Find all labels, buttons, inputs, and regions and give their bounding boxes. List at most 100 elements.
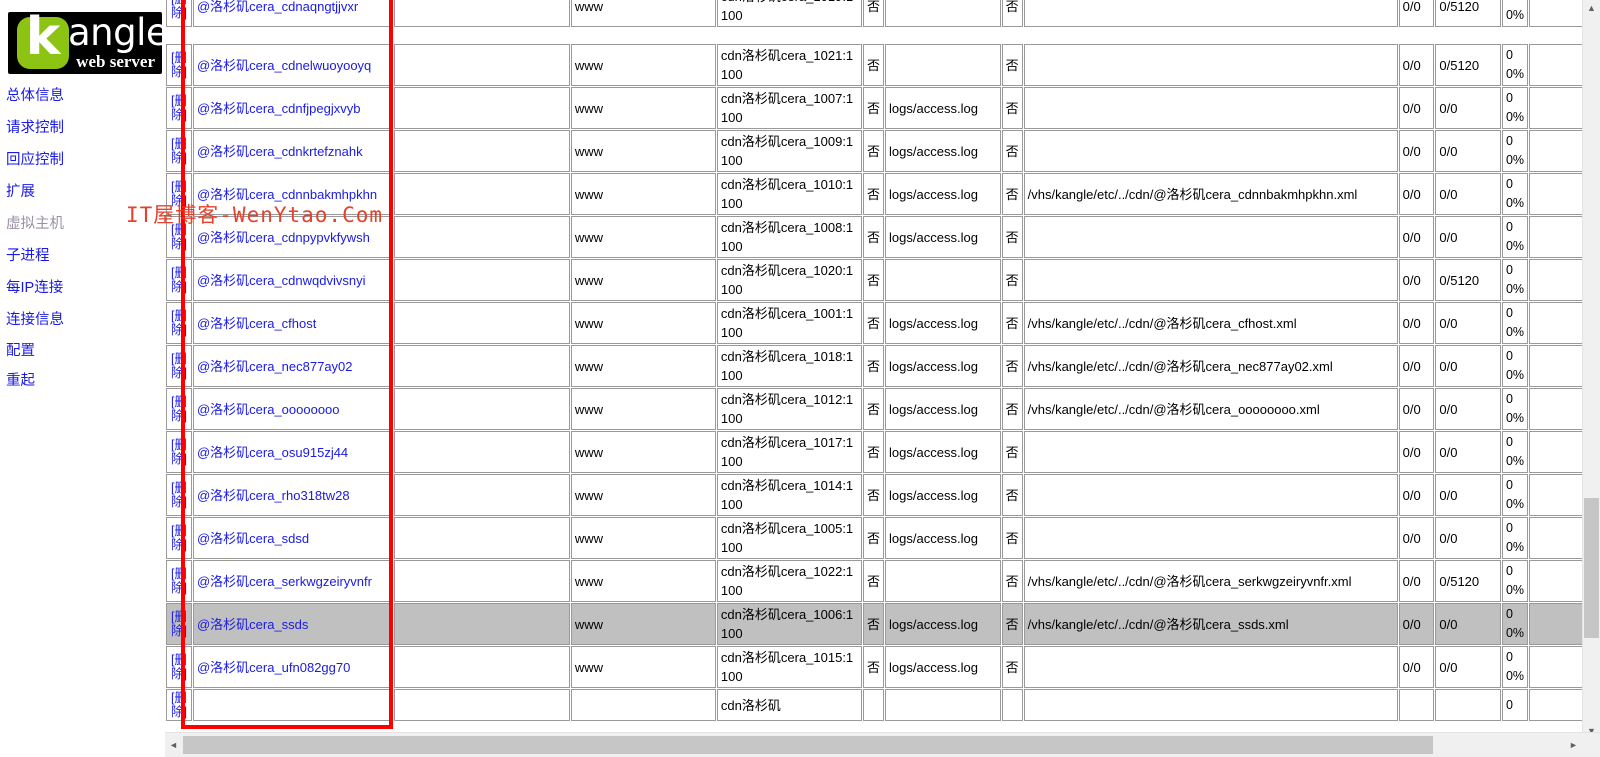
delete-link[interactable]: [删除]: [170, 94, 188, 122]
vhost-name-cell[interactable]: @洛杉矶cera_cdnpypvkfywsh: [192, 216, 393, 258]
sidebar-item-1[interactable]: 总体信息: [6, 85, 156, 107]
vhost-name-link[interactable]: @洛杉矶cera_sdsd: [197, 531, 309, 546]
table-row[interactable]: [删除] @洛杉矶cera_sdsd www cdn洛杉矶cera_1005:1100…: [166, 517, 1584, 559]
vhost-name-link[interactable]: @洛杉矶cera_ooooooo​o: [197, 402, 340, 417]
vhost-cdn-cell: cdn洛杉矶cera_1009:1100: [716, 130, 863, 172]
vertical-scrollbar-thumb[interactable]: [1584, 498, 1599, 638]
vhost-name-link[interactable]: @洛杉矶cera_cdnpypvkfywsh: [197, 230, 370, 245]
vhost-name-cell[interactable]: @洛杉矶cera_cdnelwuoyooyq: [192, 44, 393, 86]
delete-link[interactable]: [删除]: [170, 524, 188, 552]
virtual-host-table-scroll-area[interactable]: [删除]@洛杉矶cera_cdnaqngtjjvxrwwwcdn洛杉矶cera_…: [165, 0, 1585, 733]
row-delete-link-cell: [删除]: [166, 44, 192, 86]
vhost-cdn-cell: cdn洛杉矶cera_1001:1100: [716, 302, 863, 344]
delete-link[interactable]: [删除]: [170, 691, 188, 719]
vhost-name-link[interactable]: @洛杉矶cera_cdnaqngtjjvxr: [197, 0, 358, 14]
vhost-name-cell[interactable]: @洛杉矶cera_nec877ay02: [192, 345, 393, 387]
vhost-config-path-cell: [1023, 689, 1398, 721]
table-row[interactable]: [删除] @洛杉矶cera_cdnkrtefznahk www cdn洛杉矶cera_…: [166, 130, 1584, 172]
vhost-flag-1-cell: 否: [863, 646, 885, 688]
table-row[interactable]: [删除] @洛杉矶cera_cdnelwuoyooyq www cdn洛杉矶cera_…: [166, 44, 1584, 86]
horizontal-scrollbar-thumb[interactable]: [183, 736, 1433, 754]
logo-wordmark: angle: [68, 12, 162, 54]
vhost-name-cell[interactable]: @洛杉矶cera_ooooooo​o: [192, 388, 393, 430]
table-row[interactable]: [删除] @洛杉矶cera_ooooooo​o www cdn洛杉矶cera_1012…: [166, 388, 1584, 430]
delete-link[interactable]: [删除]: [170, 266, 188, 294]
vhost-name-link[interactable]: @洛杉矶cera_serkwgzeiryvnfr: [197, 574, 372, 589]
table-row[interactable]: [删除] @洛杉矶cera_cdnnbakmhpkhn www cdn洛杉矶cera_…: [166, 173, 1584, 215]
sidebar-item-8[interactable]: 连接信息: [6, 309, 156, 331]
vhost-name-cell[interactable]: @洛杉矶cera_serkwgzeiryvnfr: [192, 560, 393, 602]
delete-link[interactable]: [删除]: [170, 137, 188, 165]
vhost-name-cell[interactable]: [192, 689, 393, 721]
delete-link[interactable]: [删除]: [170, 653, 188, 681]
sidebar-item-6[interactable]: 子进程: [6, 245, 156, 267]
vhost-access-log-cell: [885, 689, 1001, 721]
table-row[interactable]: [删除] @洛杉矶cera_cfhost www cdn洛杉矶cera_1001:11…: [166, 302, 1584, 344]
delete-link[interactable]: [删除]: [170, 180, 188, 208]
table-row[interactable]: [删除] @洛杉矶cera_nec877ay02 www cdn洛杉矶cera_101…: [166, 345, 1584, 387]
vhost-name-link[interactable]: @洛杉矶cera_ufn082gg70: [197, 660, 350, 675]
table-row[interactable]: [删除] cdn洛杉矶 0: [166, 689, 1584, 721]
delete-link[interactable]: [删除]: [170, 610, 188, 638]
horizontal-scrollbar[interactable]: ◄ ►: [165, 732, 1600, 757]
vhost-name-link[interactable]: @洛杉矶cera_cdnwqdvivsnyi: [197, 273, 366, 288]
sidebar-item-3[interactable]: 回应控制: [6, 149, 156, 171]
scroll-up-arrow-icon[interactable]: ▲: [1583, 0, 1600, 17]
delete-link[interactable]: [删除]: [170, 51, 188, 79]
table-row[interactable]: [删除] @洛杉矶cera_serkwgzeiryvnfr www cdn洛杉矶cer…: [166, 560, 1584, 602]
delete-link[interactable]: [删除]: [170, 0, 188, 20]
table-row[interactable]: [删除] @洛杉矶cera_cdnfjpegjxvyb www cdn洛杉矶cera_…: [166, 87, 1584, 129]
sidebar-item-10[interactable]: 重起: [6, 370, 156, 392]
vhost-name-link[interactable]: @洛杉矶cera_cdnnbakmhpkhn: [197, 187, 377, 202]
delete-link[interactable]: [删除]: [170, 395, 188, 423]
percent-value: 0%: [1505, 583, 1525, 597]
vhost-name-cell[interactable]: @洛杉矶cera_ssds: [192, 603, 393, 645]
table-row[interactable]: [删除] @洛杉矶cera_cdnwqdvivsnyi www cdn洛杉矶cera_…: [166, 259, 1584, 301]
vhost-name-link[interactable]: @洛杉矶cera_rho318tw28: [197, 488, 350, 503]
vhost-connections-cell: 0/0: [1398, 388, 1435, 430]
delete-link[interactable]: [删除]: [170, 438, 188, 466]
vhost-name-link[interactable]: @洛杉矶cera_cdnfjpegjxvyb: [197, 101, 360, 116]
table-row[interactable]: [删除] @洛杉矶cera_ufn082gg70 www cdn洛杉矶cera_101…: [166, 646, 1584, 688]
table-row[interactable]: [删除] @洛杉矶cera_cdnaqngtjjvxr wwwcdn洛杉矶cera_…: [166, 0, 1584, 27]
vhost-bandwidth-cell: 0/5120: [1435, 259, 1501, 301]
vhost-name-cell[interactable]: @洛杉矶cera_cdnnbakmhpkhn: [192, 173, 393, 215]
vhost-doc-cell: [393, 646, 570, 688]
vhost-name-link[interactable]: @洛杉矶cera_cdnkrtefznahk: [197, 144, 363, 159]
delete-link[interactable]: [删除]: [170, 309, 188, 337]
vhost-connections-cell: 0/0: [1398, 603, 1435, 645]
delete-link[interactable]: [删除]: [170, 567, 188, 595]
table-row[interactable]: [删除] @洛杉矶cera_ssds www cdn洛杉矶cera_1006:1100…: [166, 603, 1584, 645]
table-row[interactable]: [删除] @洛杉矶cera_rho318tw28 www cdn洛杉矶cera_101…: [166, 474, 1584, 516]
sidebar-item-2[interactable]: 请求控制: [6, 117, 156, 139]
sidebar-item-5[interactable]: 虚拟主机: [6, 213, 156, 235]
vhost-name-link[interactable]: @洛杉矶cera_cfhost: [197, 316, 316, 331]
sidebar-item-4[interactable]: 扩展: [6, 181, 156, 203]
delete-link[interactable]: [删除]: [170, 223, 188, 251]
vhost-name-link[interactable]: @洛杉矶cera_cdnelwuoyooyq: [197, 58, 371, 73]
vhost-name-cell[interactable]: @洛杉矶cera_osu915zj44: [192, 431, 393, 473]
scroll-left-arrow-icon[interactable]: ◄: [165, 733, 182, 757]
vhost-flag-2-cell: 否: [1001, 0, 1023, 27]
vhost-name-cell[interactable]: @洛杉矶cera_rho318tw28: [192, 474, 393, 516]
delete-link[interactable]: [删除]: [170, 352, 188, 380]
vhost-name-cell[interactable]: @洛杉矶cera_cdnkrtefznahk: [192, 130, 393, 172]
vertical-scrollbar[interactable]: ▲ ▼: [1582, 0, 1600, 740]
sidebar-item-7[interactable]: 每IP连接: [6, 277, 156, 299]
vhost-name-cell[interactable]: @洛杉矶cera_cfhost: [192, 302, 393, 344]
vhost-name-cell[interactable]: @洛杉矶cera_cdnfjpegjxvyb: [192, 87, 393, 129]
vhost-access-log-cell: logs/access.log: [885, 173, 1001, 215]
vhost-name-cell[interactable]: @洛杉矶cera_ufn082gg70: [192, 646, 393, 688]
table-row[interactable]: [删除] @洛杉矶cera_cdnpypvkfywsh www cdn洛杉矶cera_…: [166, 216, 1584, 258]
vhost-name-cell[interactable]: @洛杉矶cera_sdsd: [192, 517, 393, 559]
vhost-name-cell[interactable]: @洛杉矶cera_cdnaqngtjjvxr: [192, 0, 393, 27]
table-row[interactable]: [删除] @洛杉矶cera_osu915zj44 www cdn洛杉矶cera_101…: [166, 431, 1584, 473]
delete-link[interactable]: [删除]: [170, 481, 188, 509]
vhost-name-cell[interactable]: @洛杉矶cera_cdnwqdvivsnyi: [192, 259, 393, 301]
percent-value: 0%: [1505, 626, 1525, 640]
vhost-name-link[interactable]: @洛杉矶cera_osu915zj44: [197, 445, 348, 460]
vhost-name-link[interactable]: @洛杉矶cera_ssds: [197, 617, 308, 632]
scroll-right-arrow-icon[interactable]: ►: [1565, 733, 1582, 757]
sidebar-item-9[interactable]: 配置: [6, 340, 156, 362]
vhost-name-link[interactable]: @洛杉矶cera_nec877ay02: [197, 359, 353, 374]
